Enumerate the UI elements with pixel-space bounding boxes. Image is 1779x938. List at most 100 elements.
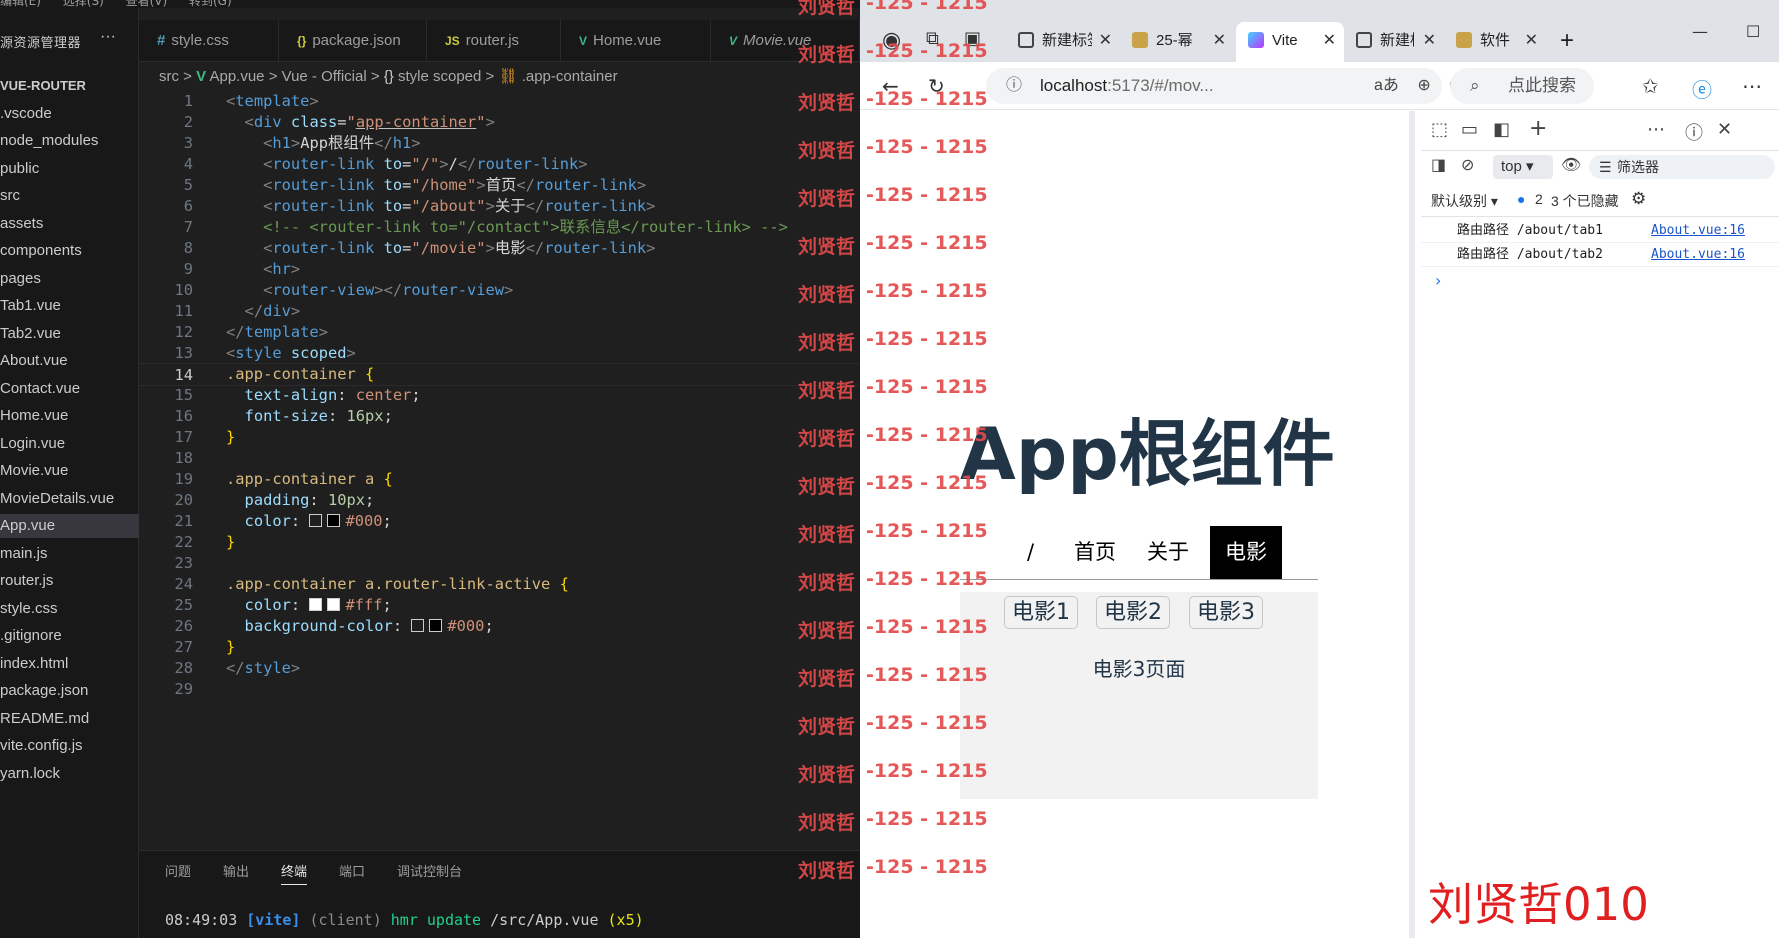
tab-package-json[interactable]: {} package.json — [279, 20, 427, 62]
maximize-icon[interactable]: ☐ — [1746, 22, 1760, 41]
close-tab-icon[interactable]: ✕ — [1099, 22, 1112, 60]
explorer-item[interactable]: .vscode — [0, 102, 139, 126]
nav-link-movie[interactable]: 电影 — [1210, 526, 1282, 579]
eye-icon[interactable]: 👁 — [1561, 155, 1581, 174]
menu-edit[interactable]: 编辑(E) — [0, 0, 41, 8]
filter-input[interactable]: ☰ 筛选器 — [1589, 155, 1775, 179]
panel-tab-terminal[interactable]: 终端 — [281, 861, 308, 885]
site-info-icon[interactable]: ⓘ — [1006, 68, 1022, 104]
close-tab-icon[interactable]: ✕ — [1323, 22, 1336, 60]
clear-console-icon[interactable]: ⊘ — [1461, 155, 1474, 174]
address-bar[interactable]: ⓘ localhost:5173/#/mov... aあ ⊕ ⟳ ☆ — [986, 68, 1495, 104]
browser-tab[interactable]: 25-幂 ✕ — [1122, 22, 1234, 60]
color-swatch[interactable] — [429, 619, 443, 632]
explorer-item[interactable]: vite.config.js — [0, 734, 139, 758]
breadcrumb-scope[interactable]: style scoped — [398, 68, 481, 85]
inspect-element-icon[interactable]: ⬚ — [1431, 119, 1448, 140]
explorer-item[interactable]: Login.vue — [0, 432, 139, 456]
explorer-item[interactable]: Movie.vue — [0, 459, 139, 483]
explorer-item[interactable]: .gitignore — [0, 624, 139, 648]
explorer-item[interactable]: VUE-ROUTER — [0, 74, 139, 98]
browser-tab-active[interactable]: Vite ✕ — [1236, 22, 1344, 62]
explorer-item[interactable]: Tab2.vue — [0, 322, 139, 346]
explorer-item[interactable]: main.js — [0, 542, 139, 566]
tab-router-js[interactable]: JS router.js — [427, 20, 561, 62]
color-swatch[interactable] — [411, 619, 425, 632]
favorites-icon[interactable]: ✩ — [1642, 74, 1659, 98]
close-tab-icon[interactable]: ✕ — [1525, 22, 1538, 60]
settings-gear-icon[interactable]: ⚙ — [1631, 189, 1646, 209]
explorer-item[interactable]: public — [0, 157, 139, 181]
log-source-link[interactable]: About.vue:16 — [1651, 243, 1745, 267]
help-icon[interactable]: ⓘ — [1685, 119, 1703, 145]
nav-link-home[interactable]: 首页 — [1064, 526, 1126, 579]
color-swatch[interactable] — [309, 598, 323, 611]
minimize-icon[interactable]: — — [1692, 22, 1708, 41]
explorer-item[interactable]: router.js — [0, 569, 139, 593]
browser-tab[interactable]: 新建标签页 ✕ — [1346, 22, 1444, 60]
explorer-item[interactable]: package.json — [0, 679, 139, 703]
nav-link-root[interactable]: / — [1017, 526, 1044, 579]
panel-tab-ports[interactable]: 端口 — [339, 861, 365, 885]
edge-icon[interactable]: ⓔ — [1692, 74, 1712, 103]
explorer-item[interactable]: style.css — [0, 597, 139, 621]
color-swatch[interactable] — [327, 514, 341, 527]
panel-tab-problems[interactable]: 问题 — [165, 861, 191, 885]
close-tab-icon[interactable]: ✕ — [1213, 22, 1226, 60]
more-tools-icon[interactable]: ⋯ — [1647, 119, 1665, 140]
menu-selection[interactable]: 选择(S) — [63, 0, 104, 8]
breadcrumb-lang[interactable]: Vue - Official — [282, 68, 367, 85]
explorer-item[interactable]: About.vue — [0, 349, 139, 373]
browser-tab[interactable]: 新建标签页 ✕ — [1008, 22, 1120, 60]
issues-count[interactable]: 2 — [1535, 191, 1543, 207]
explorer-item[interactable]: index.html — [0, 652, 139, 676]
menu-view[interactable]: 查看(V) — [126, 0, 168, 8]
explorer-item[interactable]: Tab1.vue — [0, 294, 139, 318]
close-tab-icon[interactable]: ✕ — [1423, 22, 1436, 60]
explorer-item[interactable]: assets — [0, 212, 139, 236]
explorer-item[interactable]: App.vue — [0, 514, 139, 538]
console-prompt-icon[interactable]: › — [1435, 271, 1441, 290]
explorer-item[interactable]: MovieDetails.vue — [0, 487, 139, 511]
more-actions-icon[interactable]: ··· — [100, 28, 116, 46]
zoom-icon[interactable]: ⊕ — [1417, 77, 1430, 94]
movie-3-button[interactable]: 电影3 — [1189, 596, 1263, 629]
tab-style-css[interactable]: # style.css — [139, 20, 279, 62]
code-line: padding: 10px; — [244, 491, 375, 509]
breadcrumb-selector[interactable]: .app-container — [522, 68, 618, 85]
panel-tab-debug-console[interactable]: 调试控制台 — [397, 861, 462, 885]
menu-go[interactable]: 转到(G) — [189, 0, 232, 8]
dock-side-icon[interactable]: ◧ — [1493, 119, 1510, 140]
context-select[interactable]: top ▾ — [1493, 155, 1553, 179]
explorer-item[interactable]: Contact.vue — [0, 377, 139, 401]
more-menu-icon[interactable]: ⋯ — [1742, 74, 1762, 98]
nav-link-about[interactable]: 关于 — [1137, 526, 1199, 579]
browser-tab[interactable]: 软件 ✕ — [1446, 22, 1546, 60]
explorer-item[interactable]: node_modules — [0, 129, 139, 153]
explorer-item[interactable]: components — [0, 239, 139, 263]
code-editor[interactable]: 1 2 3 4 5 6 7 8 9 10 11 12 13 14 15 16 17 18 19 20 21 22 23 24 2… — [139, 90, 860, 820]
explorer-item[interactable]: README.md — [0, 707, 139, 731]
issues-icon[interactable]: ● — [1517, 191, 1525, 207]
explorer-item[interactable]: Home.vue — [0, 404, 139, 428]
color-swatch[interactable] — [309, 514, 323, 527]
log-source-link[interactable]: About.vue:16 — [1651, 219, 1745, 243]
explorer-item[interactable]: src — [0, 184, 139, 208]
sidebar-toggle-icon[interactable]: ◨ — [1431, 155, 1446, 174]
search-box[interactable]: ⌕ 点此搜索 — [1450, 68, 1594, 104]
log-level-select[interactable]: 默认级别 ▾ — [1431, 191, 1498, 211]
new-tab-button[interactable]: + — [1560, 22, 1574, 60]
close-devtools-icon[interactable]: ✕ — [1717, 119, 1732, 140]
read-aloud-icon[interactable]: aあ — [1374, 77, 1399, 94]
movie-1-button[interactable]: 电影1 — [1004, 596, 1078, 629]
movie-2-button[interactable]: 电影2 — [1096, 596, 1170, 629]
tab-home-vue[interactable]: V Home.vue — [561, 20, 711, 62]
breadcrumb-src[interactable]: src — [159, 68, 179, 85]
color-swatch[interactable] — [327, 598, 341, 611]
panel-tab-output[interactable]: 输出 — [223, 861, 249, 885]
add-panel-icon[interactable]: + — [1529, 116, 1547, 141]
explorer-item[interactable]: yarn.lock — [0, 762, 139, 786]
explorer-item[interactable]: pages — [0, 267, 139, 291]
breadcrumb-file[interactable]: App.vue — [209, 68, 264, 85]
device-toolbar-icon[interactable]: ▭ — [1461, 119, 1478, 140]
